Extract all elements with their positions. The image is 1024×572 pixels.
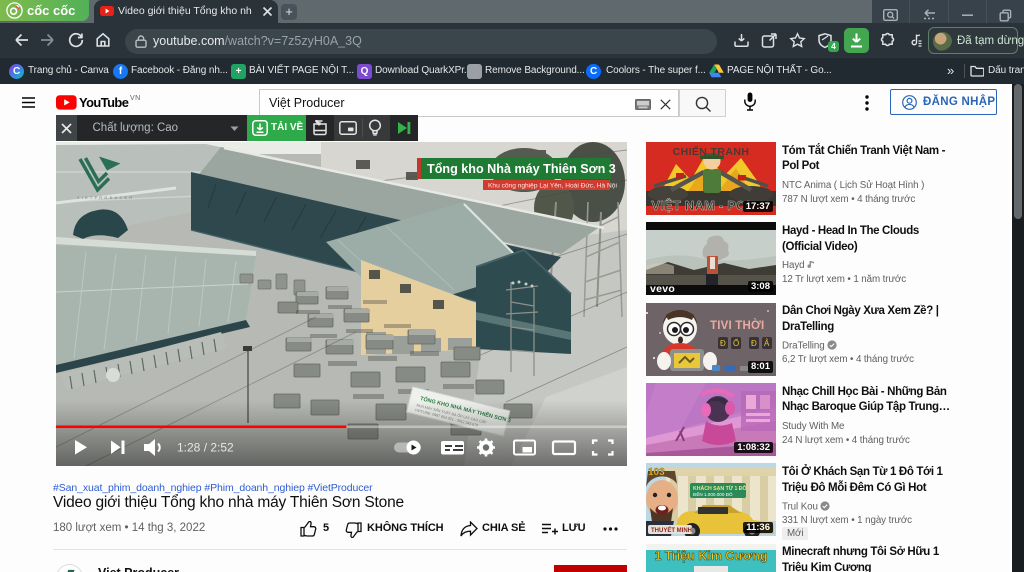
svg-text:Ổ: Ổ bbox=[733, 339, 739, 348]
svg-text:TIVI THỜI: TIVI THỜI bbox=[710, 319, 764, 332]
svg-text:Tổng kho Nhà máy Thiên Sơn 3: Tổng kho Nhà máy Thiên Sơn 3 bbox=[427, 162, 616, 176]
svg-text:KHÁCH SẠN TỪ 1 ĐÔ: KHÁCH SẠN TỪ 1 ĐÔ bbox=[693, 484, 747, 492]
svg-text:CHIẾN TRANH: CHIẾN TRANH bbox=[673, 145, 750, 158]
svg-text:Ả: Ả bbox=[764, 339, 770, 348]
svg-text:THUYẾT MINH: THUYẾT MINH bbox=[651, 527, 692, 534]
svg-text:YouTube: YouTube bbox=[79, 95, 129, 110]
svg-text:1:28 / 2:52: 1:28 / 2:52 bbox=[177, 441, 234, 455]
svg-text:ĐẾN 1.000.000 ĐÔ: ĐẾN 1.000.000 ĐÔ bbox=[693, 491, 733, 497]
svg-text:VIỆT NAM - POL: VIỆT NAM - POL bbox=[651, 198, 754, 213]
svg-text:103: 103 bbox=[648, 467, 665, 478]
svg-text:Đ: Đ bbox=[751, 339, 757, 348]
svg-text:VIETPRODUCER: VIETPRODUCER bbox=[77, 196, 134, 200]
svg-text:Đ: Đ bbox=[720, 339, 726, 348]
svg-text:Khu công nghiệp Lại Yên, Hoài: Khu công nghiệp Lại Yên, Hoài Đức, Hà Nộ… bbox=[488, 183, 617, 190]
svg-text:1 Triệu Kim Cương: 1 Triệu Kim Cương bbox=[654, 549, 767, 563]
svg-text:vevo: vevo bbox=[650, 283, 675, 295]
